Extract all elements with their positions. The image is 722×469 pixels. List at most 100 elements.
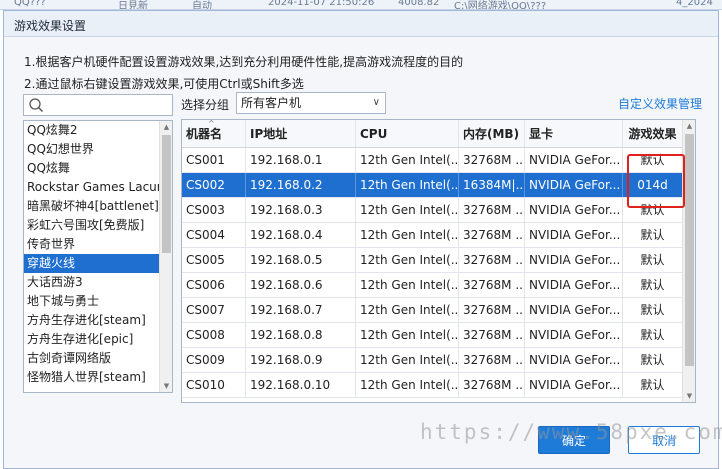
game-list-item[interactable]: QQ炫舞2 <box>24 121 160 140</box>
cell-cpu: 12th Gen Intel(... <box>356 323 459 347</box>
cell-gpu: NVIDIA GeFor... <box>525 148 623 172</box>
column-header-name[interactable]: ^ 机器名 <box>182 120 246 147</box>
scroll-thumb[interactable] <box>162 135 171 253</box>
cell-game-effect: 默认 <box>623 198 683 222</box>
client-grid[interactable]: ^ 机器名 IP地址 CPU 内存(MB) 显卡 游戏效果 CS001 192.1… <box>181 119 696 403</box>
game-list-item[interactable]: 怪物猎人世界[steam] <box>24 368 160 387</box>
cell-machine-name: CS007 <box>182 298 246 322</box>
cell-cpu: 12th Gen Intel(... <box>356 148 459 172</box>
cell-cpu: 12th Gen Intel(... <box>356 173 459 197</box>
scroll-thumb[interactable] <box>685 134 694 366</box>
cell-machine-name: CS003 <box>182 198 246 222</box>
cell-game-effect: 默认 <box>623 223 683 247</box>
cell-game-effect: 默认 <box>623 323 683 347</box>
bg-cell: 4008.82 <box>398 0 440 8</box>
cell-game-effect: 默认 <box>623 373 683 397</box>
game-list-item[interactable]: QQ炫舞 <box>24 159 160 178</box>
column-header-cpu[interactable]: CPU <box>356 120 459 147</box>
cell-machine-name: CS004 <box>182 223 246 247</box>
column-header-effect[interactable]: 游戏效果 <box>623 120 683 147</box>
group-select[interactable]: 所有客户机 ∨ <box>236 92 386 114</box>
cell-gpu: NVIDIA GeFor... <box>525 373 623 397</box>
column-header-ip[interactable]: IP地址 <box>246 120 356 147</box>
table-row[interactable]: CS010 192.168.0.10 12th Gen Intel(... 32768… <box>182 373 683 398</box>
cell-game-effect: 默认 <box>623 273 683 297</box>
cell-ip: 192.168.0.7 <box>246 298 356 322</box>
tip-line-2: 2.通过鼠标右键设置游戏效果,可使用Ctrl或Shift多选 <box>24 77 304 91</box>
group-label: 选择分组 <box>181 98 230 112</box>
grid-scrollbar[interactable]: ▲ ▼ <box>682 120 695 402</box>
cell-memory: 32768M ... <box>459 298 525 322</box>
cell-machine-name: CS001 <box>182 148 246 172</box>
table-row[interactable]: CS002 192.168.0.2 12th Gen Intel(... 16384M… <box>182 173 683 198</box>
game-list-item[interactable]: 传奇世界 <box>24 235 160 254</box>
column-header-memory[interactable]: 内存(MB) <box>459 120 525 147</box>
ok-button[interactable]: 确定 <box>538 426 610 454</box>
column-header-gpu[interactable]: 显卡 <box>525 120 623 147</box>
game-list-item[interactable]: QQ幻想世界 <box>24 140 160 159</box>
game-list-item[interactable]: 方舟生存进化[epic] <box>24 330 160 349</box>
scroll-down-icon[interactable]: ▼ <box>683 390 695 402</box>
game-list-item[interactable]: 大话西游3 <box>24 273 160 292</box>
game-list-item[interactable]: Rockstar Games Lacunl <box>24 178 160 197</box>
cell-ip: 192.168.0.5 <box>246 248 356 272</box>
cell-gpu: NVIDIA GeFor... <box>525 348 623 372</box>
cell-memory: 32768M ... <box>459 198 525 222</box>
bg-cell: QQ??? <box>14 0 46 8</box>
cell-memory: 32768M ... <box>459 348 525 372</box>
cell-ip: 192.168.0.4 <box>246 223 356 247</box>
cell-machine-name: CS008 <box>182 323 246 347</box>
game-list-item[interactable]: 暗黑破坏神4[battlenet] <box>24 197 160 216</box>
cell-memory: 32768M ... <box>459 273 525 297</box>
table-row[interactable]: CS004 192.168.0.4 12th Gen Intel(... 32768M… <box>182 223 683 248</box>
cell-cpu: 12th Gen Intel(... <box>356 198 459 222</box>
cell-memory: 32768M ... <box>459 323 525 347</box>
cell-gpu: NVIDIA GeFor... <box>525 198 623 222</box>
game-list-scrollbar[interactable]: ▲ ▼ <box>159 121 172 392</box>
grid-header: ^ 机器名 IP地址 CPU 内存(MB) 显卡 游戏效果 <box>182 120 683 148</box>
cell-ip: 192.168.0.1 <box>246 148 356 172</box>
cell-ip: 192.168.0.6 <box>246 273 356 297</box>
game-list-item[interactable]: 古剑奇谭网络版 <box>24 349 160 368</box>
bg-cell: C:\网络游戏\QQ\??? <box>454 1 547 10</box>
cell-game-effect: 默认 <box>623 348 683 372</box>
bg-cell: 日見新 <box>118 1 148 10</box>
game-list-item[interactable]: 地下城与勇士 <box>24 292 160 311</box>
custom-effect-link[interactable]: 自定义效果管理 <box>618 95 702 112</box>
game-list-item[interactable]: 彩虹六号围攻[免费版] <box>24 216 160 235</box>
game-search-input[interactable] <box>23 94 173 116</box>
cell-machine-name: CS010 <box>182 373 246 397</box>
cell-ip: 192.168.0.10 <box>246 373 356 397</box>
tip-line-1: 1.根据客户机硬件配置设置游戏效果,达到充分利用硬件性能,提高游戏流程度的目的 <box>24 55 464 69</box>
dialog-title: 游戏效果设置 <box>14 19 87 33</box>
scroll-down-icon[interactable]: ▼ <box>160 380 172 392</box>
cell-machine-name: CS002 <box>182 173 246 197</box>
cell-cpu: 12th Gen Intel(... <box>356 373 459 397</box>
game-list[interactable]: QQ炫舞2 QQ幻想世界 QQ炫舞 Rockstar Games Lacunl 暗黑破坏… <box>23 120 173 393</box>
table-row[interactable]: CS006 192.168.0.6 12th Gen Intel(... 32768M… <box>182 273 683 298</box>
bg-cell: 自动 <box>192 1 212 10</box>
table-row[interactable]: CS001 192.168.0.1 12th Gen Intel(... 32768M… <box>182 148 683 173</box>
scroll-up-icon[interactable]: ▲ <box>683 120 695 132</box>
cell-gpu: NVIDIA GeFor... <box>525 173 623 197</box>
group-select-value: 所有客户机 <box>241 96 302 110</box>
cell-cpu: 12th Gen Intel(... <box>356 348 459 372</box>
table-row[interactable]: CS009 192.168.0.9 12th Gen Intel(... 32768M… <box>182 348 683 373</box>
cell-gpu: NVIDIA GeFor... <box>525 273 623 297</box>
scroll-up-icon[interactable]: ▲ <box>160 121 172 133</box>
dialog-titlebar[interactable]: 游戏效果设置 <box>4 11 718 37</box>
cell-machine-name: CS009 <box>182 348 246 372</box>
cell-memory: 32768M ... <box>459 373 525 397</box>
cell-ip: 192.168.0.8 <box>246 323 356 347</box>
cell-machine-name: CS006 <box>182 273 246 297</box>
cancel-button[interactable]: 取消 <box>628 426 700 454</box>
table-row[interactable]: CS005 192.168.0.5 12th Gen Intel(... 32768M… <box>182 248 683 273</box>
chevron-down-icon: ∨ <box>372 97 380 108</box>
table-row[interactable]: CS007 192.168.0.7 12th Gen Intel(... 32768M… <box>182 298 683 323</box>
game-list-item[interactable]: 方舟生存进化[steam] <box>24 311 160 330</box>
table-row[interactable]: CS003 192.168.0.3 12th Gen Intel(... 32768M… <box>182 198 683 223</box>
table-row[interactable]: CS008 192.168.0.8 12th Gen Intel(... 32768M… <box>182 323 683 348</box>
cell-cpu: 12th Gen Intel(... <box>356 273 459 297</box>
game-list-item[interactable]: 穿越火线 <box>24 254 160 273</box>
cell-memory: 16384M|... <box>459 173 525 197</box>
